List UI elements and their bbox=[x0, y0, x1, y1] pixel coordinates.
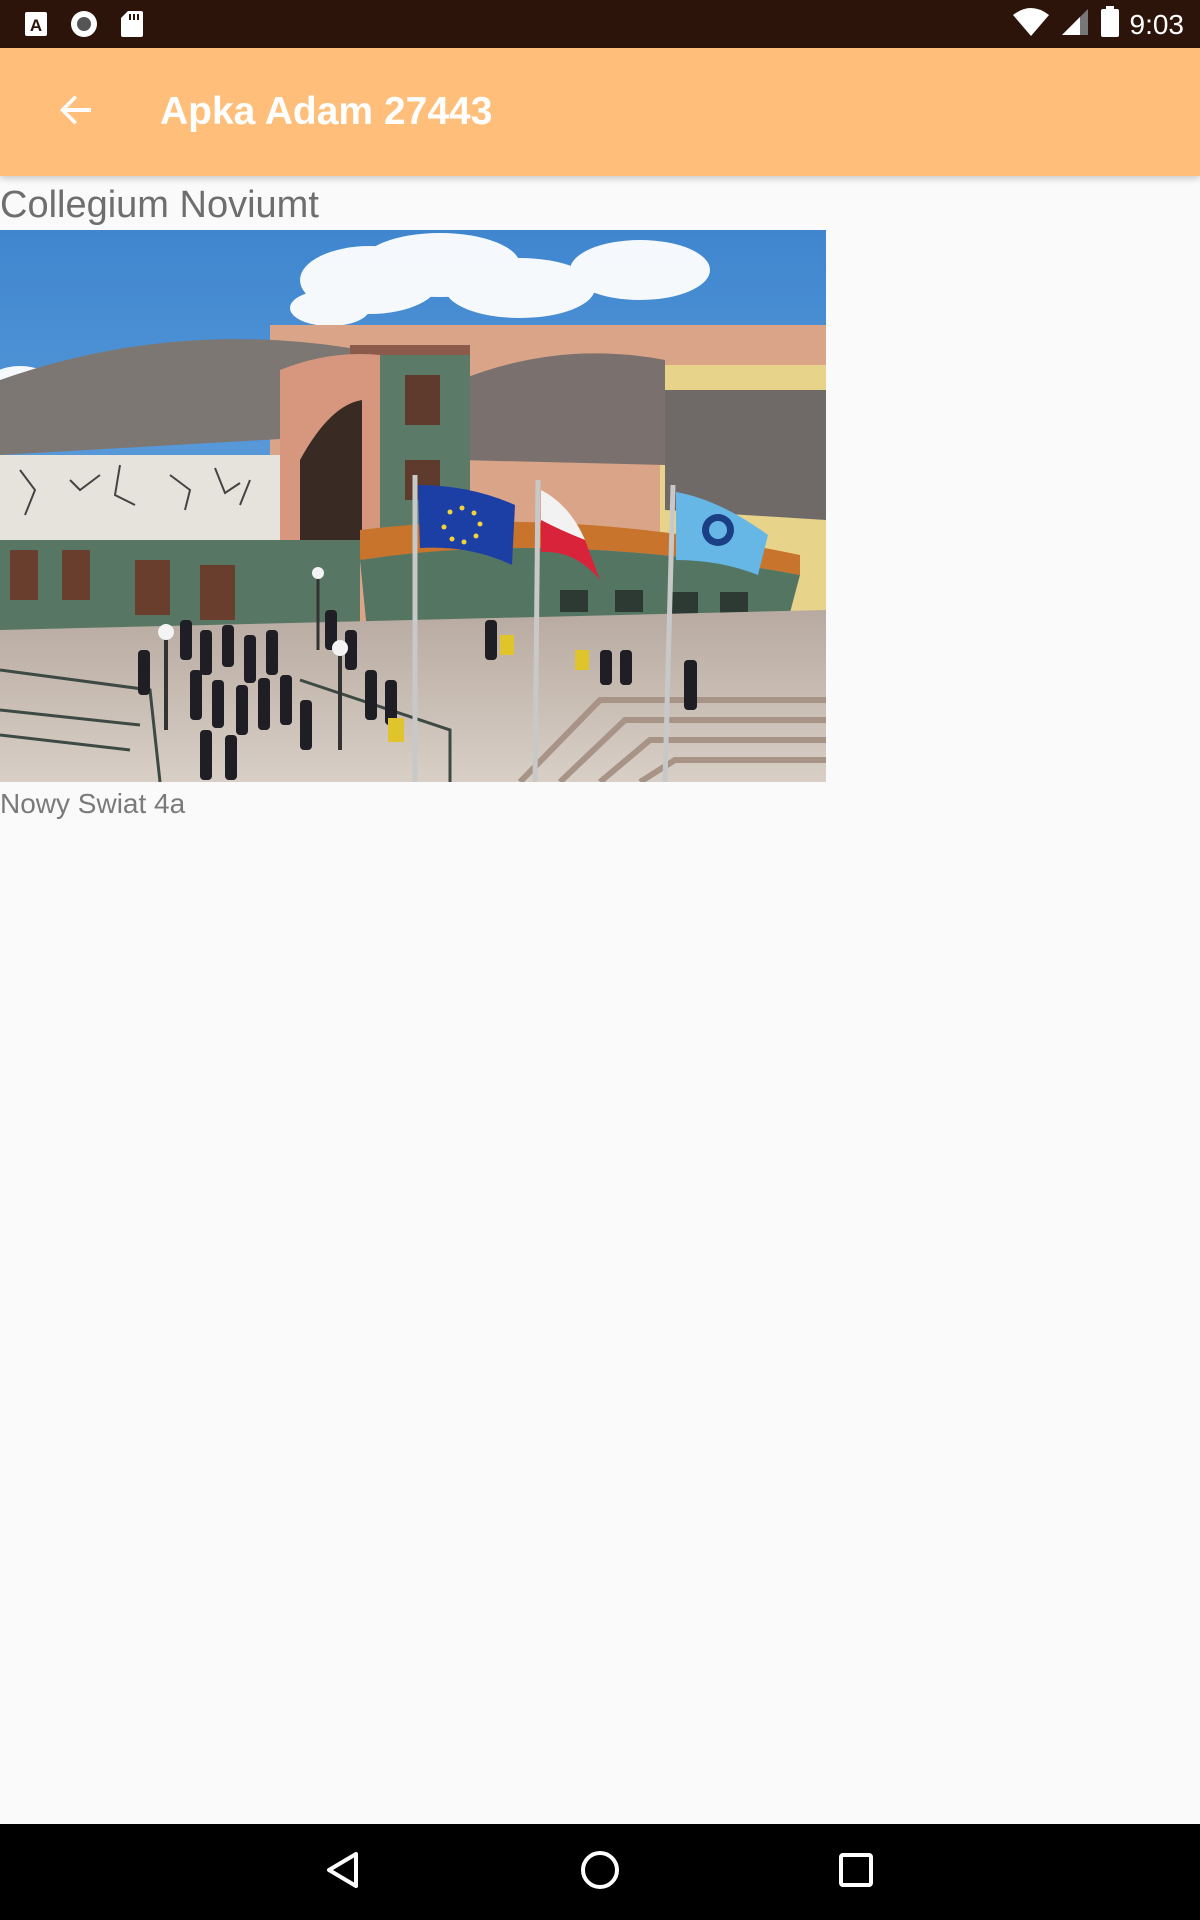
status-system: 9:03 bbox=[1012, 6, 1185, 43]
a-keyboard-icon: A bbox=[24, 11, 48, 42]
battery-icon bbox=[1100, 6, 1120, 43]
status-bar: A 9:03 bbox=[0, 0, 1200, 48]
svg-text:A: A bbox=[30, 16, 42, 35]
status-notifications: A bbox=[24, 10, 144, 43]
arrow-back-icon bbox=[58, 92, 94, 133]
recents-square-icon bbox=[837, 1851, 875, 1894]
back-triangle-icon bbox=[324, 1850, 364, 1895]
system-nav-bar bbox=[0, 1824, 1200, 1920]
nav-back-button[interactable] bbox=[314, 1842, 374, 1902]
home-circle-icon bbox=[579, 1849, 621, 1896]
wifi-icon bbox=[1012, 7, 1050, 42]
app-bar: Apka Adam 27443 bbox=[0, 48, 1200, 176]
page-title: Apka Adam 27443 bbox=[160, 90, 493, 133]
nav-home-button[interactable] bbox=[570, 1842, 630, 1902]
place-title: Collegium Noviumt bbox=[0, 184, 319, 226]
cell-signal-icon bbox=[1060, 7, 1090, 42]
back-button[interactable] bbox=[40, 76, 112, 148]
building-photo bbox=[0, 230, 826, 782]
sd-card-icon bbox=[120, 10, 144, 43]
nav-recents-button[interactable] bbox=[826, 1842, 886, 1902]
record-icon bbox=[70, 10, 98, 43]
place-address: Nowy Swiat 4a bbox=[0, 788, 186, 819]
clock: 9:03 bbox=[1129, 8, 1185, 40]
